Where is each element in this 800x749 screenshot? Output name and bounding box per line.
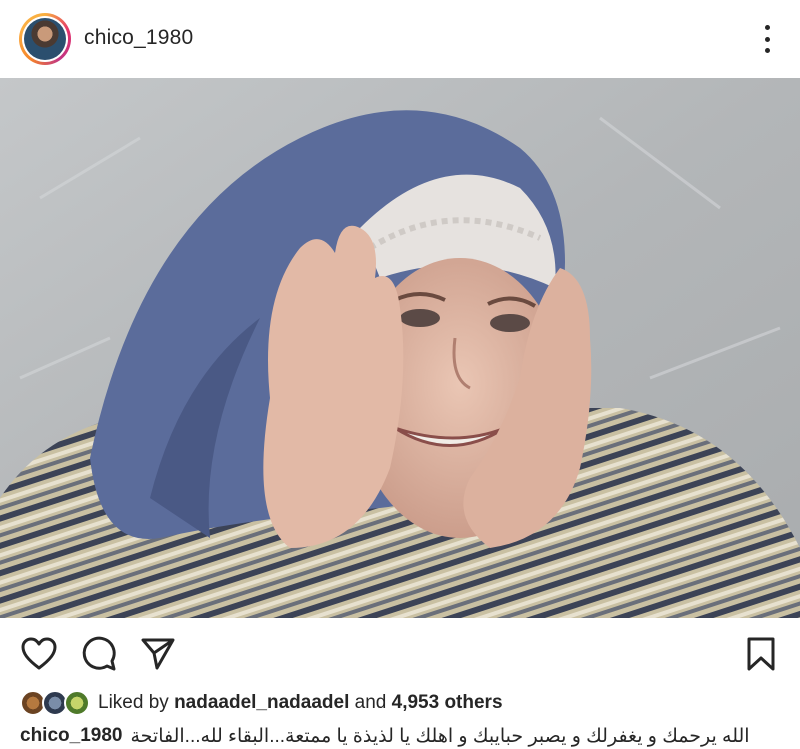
post-photo-illustration [0,78,800,618]
like-button[interactable] [19,634,59,674]
caption-username[interactable]: chico_1980 [20,725,122,747]
heart-icon [21,637,57,670]
avatar-image [24,18,66,60]
comment-button[interactable] [79,634,119,674]
likes-summary: Liked by nadaadel_nadaadel and 4,953 oth… [20,689,503,717]
post-username[interactable]: chico_1980 [84,26,193,50]
bookmark-icon [747,637,775,671]
likes-count[interactable]: 4,953 others [392,692,503,713]
more-options-icon[interactable] [757,25,777,53]
comment-icon [82,636,116,671]
top-liker-username[interactable]: nadaadel_nadaadel [174,692,349,713]
likes-prefix: Liked by [98,692,169,713]
likes-and: and [354,692,387,713]
post-image[interactable] [0,78,800,618]
post-actions [0,618,800,688]
send-icon [141,638,175,670]
post-header: chico_1980 [0,0,800,78]
likes-text: Liked by nadaadel_nadaadel and 4,953 oth… [98,692,503,714]
liker-avatar [64,690,90,716]
post-caption: chico_1980 الله يرحمك و يغفرلك و يصبر حب… [20,723,790,749]
save-button[interactable] [741,634,781,674]
caption-text: الله يرحمك و يغفرلك و يصبر حبايبك و اهلك… [130,725,750,747]
liker-avatars[interactable] [20,690,98,716]
share-button[interactable] [138,634,178,674]
avatar[interactable] [19,13,71,65]
